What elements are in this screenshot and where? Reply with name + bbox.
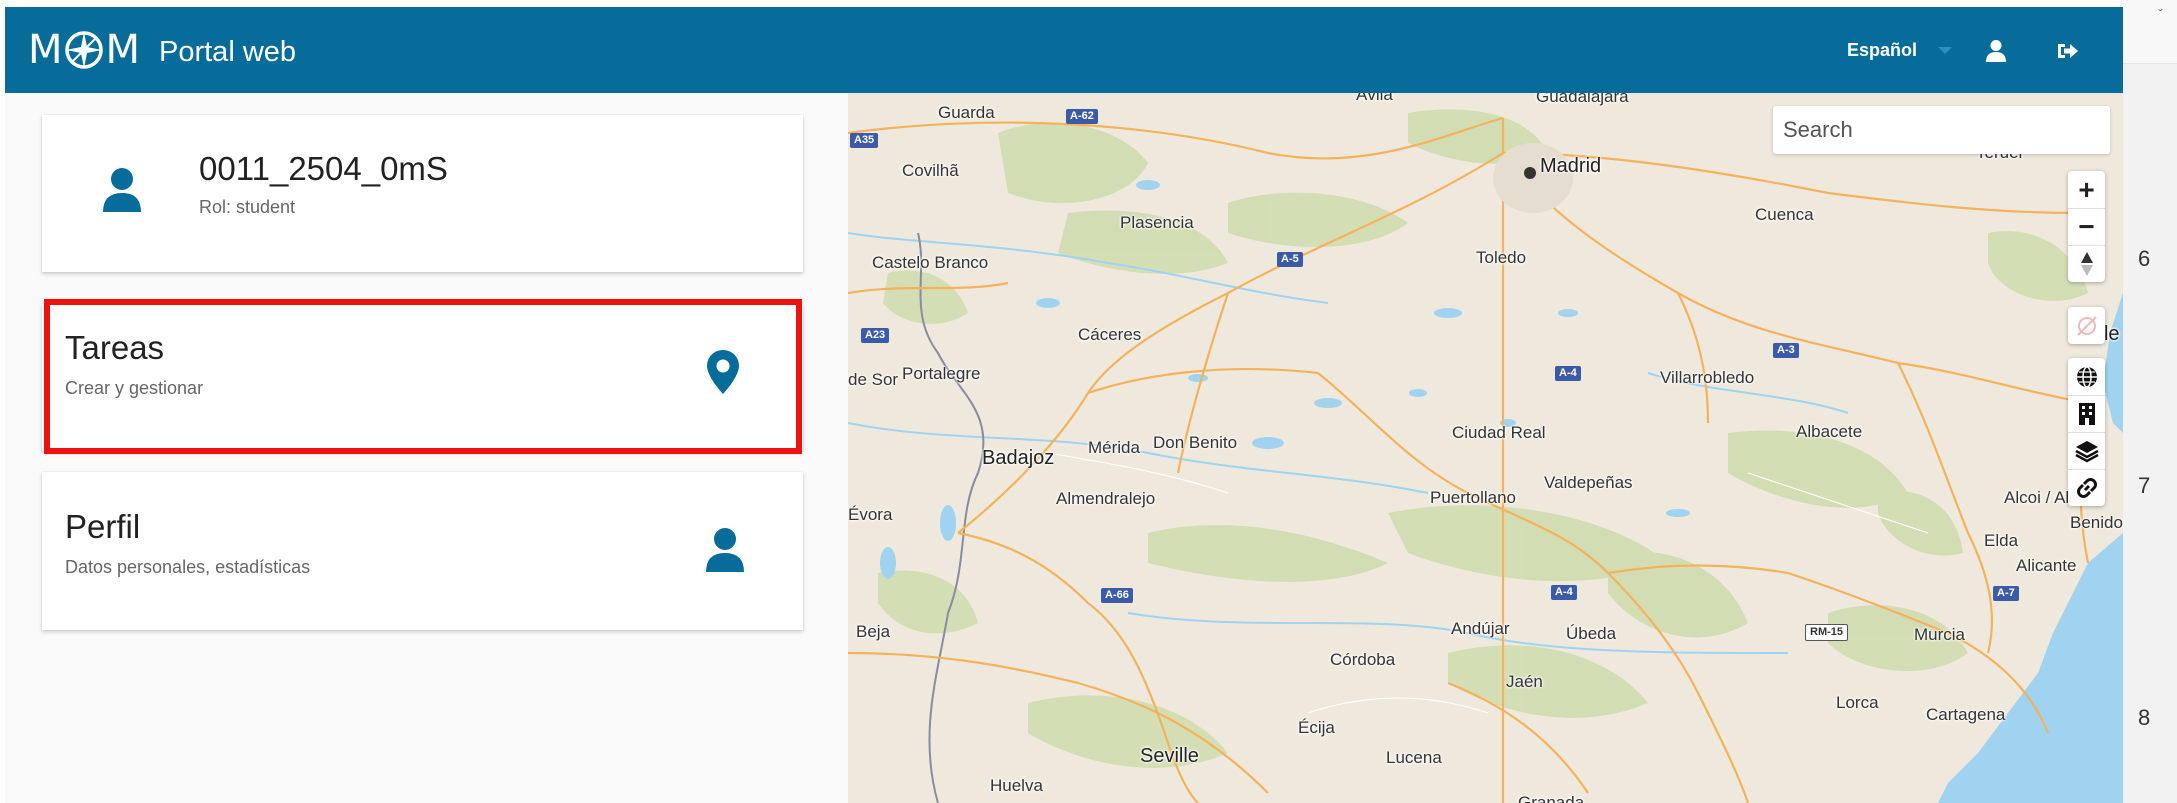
link-button[interactable] <box>2068 469 2105 506</box>
user-role: Rol: student <box>199 197 296 217</box>
map-label: Valdepeñas <box>1544 473 1633 492</box>
road-shield: A-3 <box>1773 343 1799 358</box>
map-label: Murcia <box>1914 625 1966 644</box>
perfil-menu-card[interactable]: Perfil Datos personales, estadísticas <box>42 472 803 630</box>
map-label: Villarrobledo <box>1660 368 1755 387</box>
app-header: M M Portal web Español <box>5 7 2123 93</box>
map-label: Almendralejo <box>1056 489 1156 508</box>
map-marker-icon <box>707 350 739 394</box>
row-number: 7 <box>2138 473 2151 498</box>
logo-letter-right: M <box>105 27 141 73</box>
map-label: Granada <box>1518 793 1585 803</box>
map-label: Toledo <box>1476 248 1527 267</box>
map-label: Guadalajara <box>1536 93 1629 106</box>
perfil-title: Perfil <box>65 508 141 545</box>
map-label: de Sor <box>848 370 899 389</box>
globe-button[interactable] <box>2068 358 2105 395</box>
zoom-out-button[interactable]: − <box>2068 208 2105 245</box>
map-label: Seville <box>1140 745 1199 767</box>
road-shield: A-4 <box>1555 366 1581 381</box>
road-shield: A-66 <box>1101 588 1133 603</box>
map-label: Puertollano <box>1430 488 1517 507</box>
road-shield: A23 <box>861 328 890 343</box>
map-label: Lucena <box>1386 748 1442 767</box>
map-label: Úbeda <box>1566 624 1617 643</box>
map-label: Lorca <box>1836 693 1879 712</box>
map-label: Castelo Branco <box>872 253 989 272</box>
map-label: Badajoz <box>982 447 1055 469</box>
logo-letter-left: M <box>28 27 63 73</box>
row-number: 6 <box>2138 246 2151 271</box>
road-shield: A-7 <box>1993 586 2019 601</box>
map-label: Albacete <box>1796 422 1863 441</box>
compass-icon <box>2080 252 2093 276</box>
map-label: Alcoi / Al <box>2004 488 2070 507</box>
map-label: Covilhã <box>902 161 959 180</box>
map-tools <box>2068 358 2105 506</box>
map-label: Ávila <box>1356 93 1393 104</box>
user-card: 0011_2504_0mS Rol: student <box>42 115 803 272</box>
username: 0011_2504_0mS <box>199 150 448 187</box>
browser-side-strip <box>2123 0 2177 803</box>
zoom-in-button[interactable]: + <box>2068 171 2105 208</box>
tareas-menu-card[interactable]: Tareas Crear y gestionar <box>42 303 803 451</box>
app-root: M M Portal web Español ˇ 6 7 8 0011_2504… <box>0 0 2177 803</box>
map-label: Huelva <box>990 776 1043 795</box>
map-label: Écija <box>1298 718 1335 737</box>
map-label: Jaén <box>1506 672 1543 691</box>
road-shield: A35 <box>850 133 879 148</box>
browser-strip-top <box>2123 0 2177 64</box>
road-shield: A-62 <box>1066 109 1098 124</box>
building-icon <box>2078 403 2095 425</box>
map-label: Beja <box>856 622 891 641</box>
road-shield: RM-15 <box>1805 624 1849 641</box>
layers-icon <box>2074 441 2099 463</box>
map-label: Don Benito <box>1153 433 1238 452</box>
map-label: Ciudad Real <box>1452 423 1546 442</box>
map-label: Cartagena <box>1926 705 2006 724</box>
map-label: Portalegre <box>902 364 981 383</box>
road-shield: A-4 <box>1551 585 1577 600</box>
globe-icon <box>2076 365 2097 388</box>
app-name: Portal web <box>159 36 297 68</box>
link-icon <box>2076 478 2097 498</box>
chevron-icon[interactable]: ˇ <box>2158 6 2163 22</box>
map-label: Alicante <box>2016 556 2077 575</box>
caret-down-icon[interactable] <box>1938 47 1952 54</box>
map-label: Madrid <box>1540 155 1602 177</box>
sign-out-icon[interactable] <box>2056 41 2080 61</box>
map-label: Plasencia <box>1120 213 1194 232</box>
map-label: Cáceres <box>1078 325 1142 344</box>
map-label: Mérida <box>1088 438 1140 457</box>
map-search-input[interactable]: Search <box>1773 106 2110 154</box>
zoom-controls: + − <box>2068 171 2105 282</box>
map-label: Guarda <box>938 103 995 122</box>
user-icon[interactable] <box>1985 39 2007 63</box>
map-label: Córdoba <box>1330 650 1396 669</box>
language-selector[interactable]: Español <box>1847 39 1917 61</box>
map-label: Cuenca <box>1755 205 1814 224</box>
compass-logo-icon <box>64 31 103 69</box>
road-shield: A-5 <box>1277 252 1303 267</box>
tareas-subtitle: Crear y gestionar <box>65 378 204 398</box>
buildings-button[interactable] <box>2068 395 2105 432</box>
row-number: 8 <box>2138 705 2151 730</box>
layers-button[interactable] <box>2068 432 2105 469</box>
tareas-title: Tareas <box>65 329 165 366</box>
user-icon <box>103 168 141 212</box>
map-view[interactable]: Guarda Covilhã Plasencia Castelo Branco … <box>848 93 2123 803</box>
map-label: Andújar <box>1451 619 1510 638</box>
map-label: Benido <box>2070 513 2123 532</box>
perfil-subtitle: Datos personales, estadísticas <box>65 557 311 577</box>
map-label: Évora <box>848 505 893 524</box>
user-icon <box>706 528 744 572</box>
compass-button[interactable] <box>2068 245 2105 282</box>
map-label: Elda <box>1984 531 2019 550</box>
location-disabled-icon <box>2076 315 2097 336</box>
geolocate-control <box>2068 307 2105 344</box>
geolocate-button[interactable] <box>2068 307 2105 344</box>
logo[interactable]: M M <box>28 27 141 73</box>
